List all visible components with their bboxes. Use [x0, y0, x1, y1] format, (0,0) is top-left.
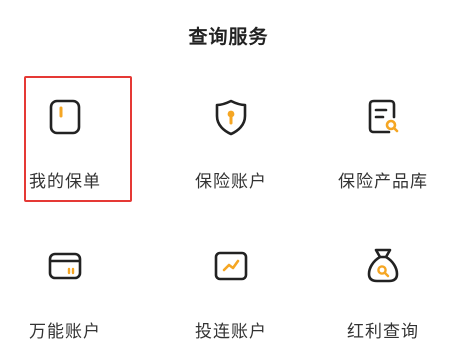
service-investment-linked-account[interactable]: 投连账户 — [156, 230, 306, 360]
service-insurance-account[interactable]: 保险账户 — [156, 75, 306, 205]
policy-card-icon — [49, 99, 81, 135]
money-bag-icon — [367, 248, 399, 283]
service-dividend-query[interactable]: 红利查询 — [308, 230, 457, 360]
document-search-icon — [368, 99, 399, 134]
service-label: 万能账户 — [29, 322, 101, 342]
service-universal-account[interactable]: 万能账户 — [0, 230, 140, 360]
shield-key-icon — [215, 99, 247, 136]
trend-chart-icon — [214, 251, 248, 281]
service-label: 保险账户 — [195, 172, 267, 192]
service-my-policy[interactable]: 我的保单 — [0, 75, 140, 205]
service-label: 保险产品库 — [338, 172, 428, 192]
service-product-library[interactable]: 保险产品库 — [308, 75, 457, 205]
service-label: 我的保单 — [29, 172, 101, 192]
service-grid: 我的保单 保险账户 保险产品库 万能账户 投连账户 红利查询 — [0, 0, 457, 350]
wallet-icon — [48, 252, 82, 280]
service-label: 红利查询 — [347, 322, 419, 342]
service-label: 投连账户 — [195, 322, 267, 342]
